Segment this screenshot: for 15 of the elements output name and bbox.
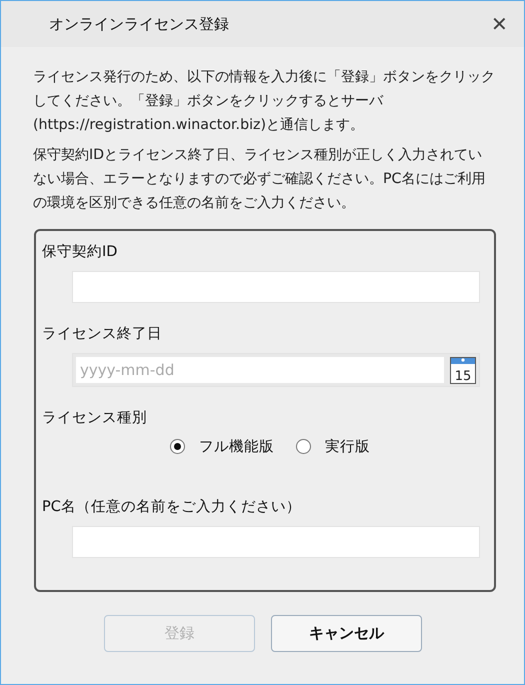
radio-option[interactable]: 実行版 [296, 437, 370, 456]
input-field[interactable] [72, 526, 480, 558]
input-field[interactable] [72, 271, 480, 303]
instruction-text: ライセンス発行のため、以下の情報を入力後に「登録」ボタンをクリックしてください。「登録」ボタンをクリックするとサーバ(https://registration.winactor.biz)と通信します。 [33, 68, 496, 135]
date-field[interactable]: yyyy-mm-dd 15 [72, 353, 480, 387]
radio-option[interactable]: フル機能版 [170, 437, 274, 456]
calendar-icon[interactable]: 15 [450, 356, 476, 384]
field-label: ライセンス終了日 [42, 325, 163, 344]
close-button[interactable]: ✕ [487, 12, 512, 36]
cancel-button[interactable]: キャンセル [271, 615, 422, 652]
field-label: 保守契約ID [42, 242, 118, 262]
window-title: オンラインライセンス登録 [49, 14, 229, 34]
field-label: ライセンス種別 [42, 409, 148, 428]
instruction-text: 保守契約IDとライセンス終了日、ライセンス種別が正しく入力されていない場合、エラーとなりますので必ずご確認ください。PC名にはご利用の環境を区別できる任意の名前をご入力ください。 [33, 146, 486, 213]
field-label: PC名（任意の名前をご入力ください） [42, 498, 302, 517]
